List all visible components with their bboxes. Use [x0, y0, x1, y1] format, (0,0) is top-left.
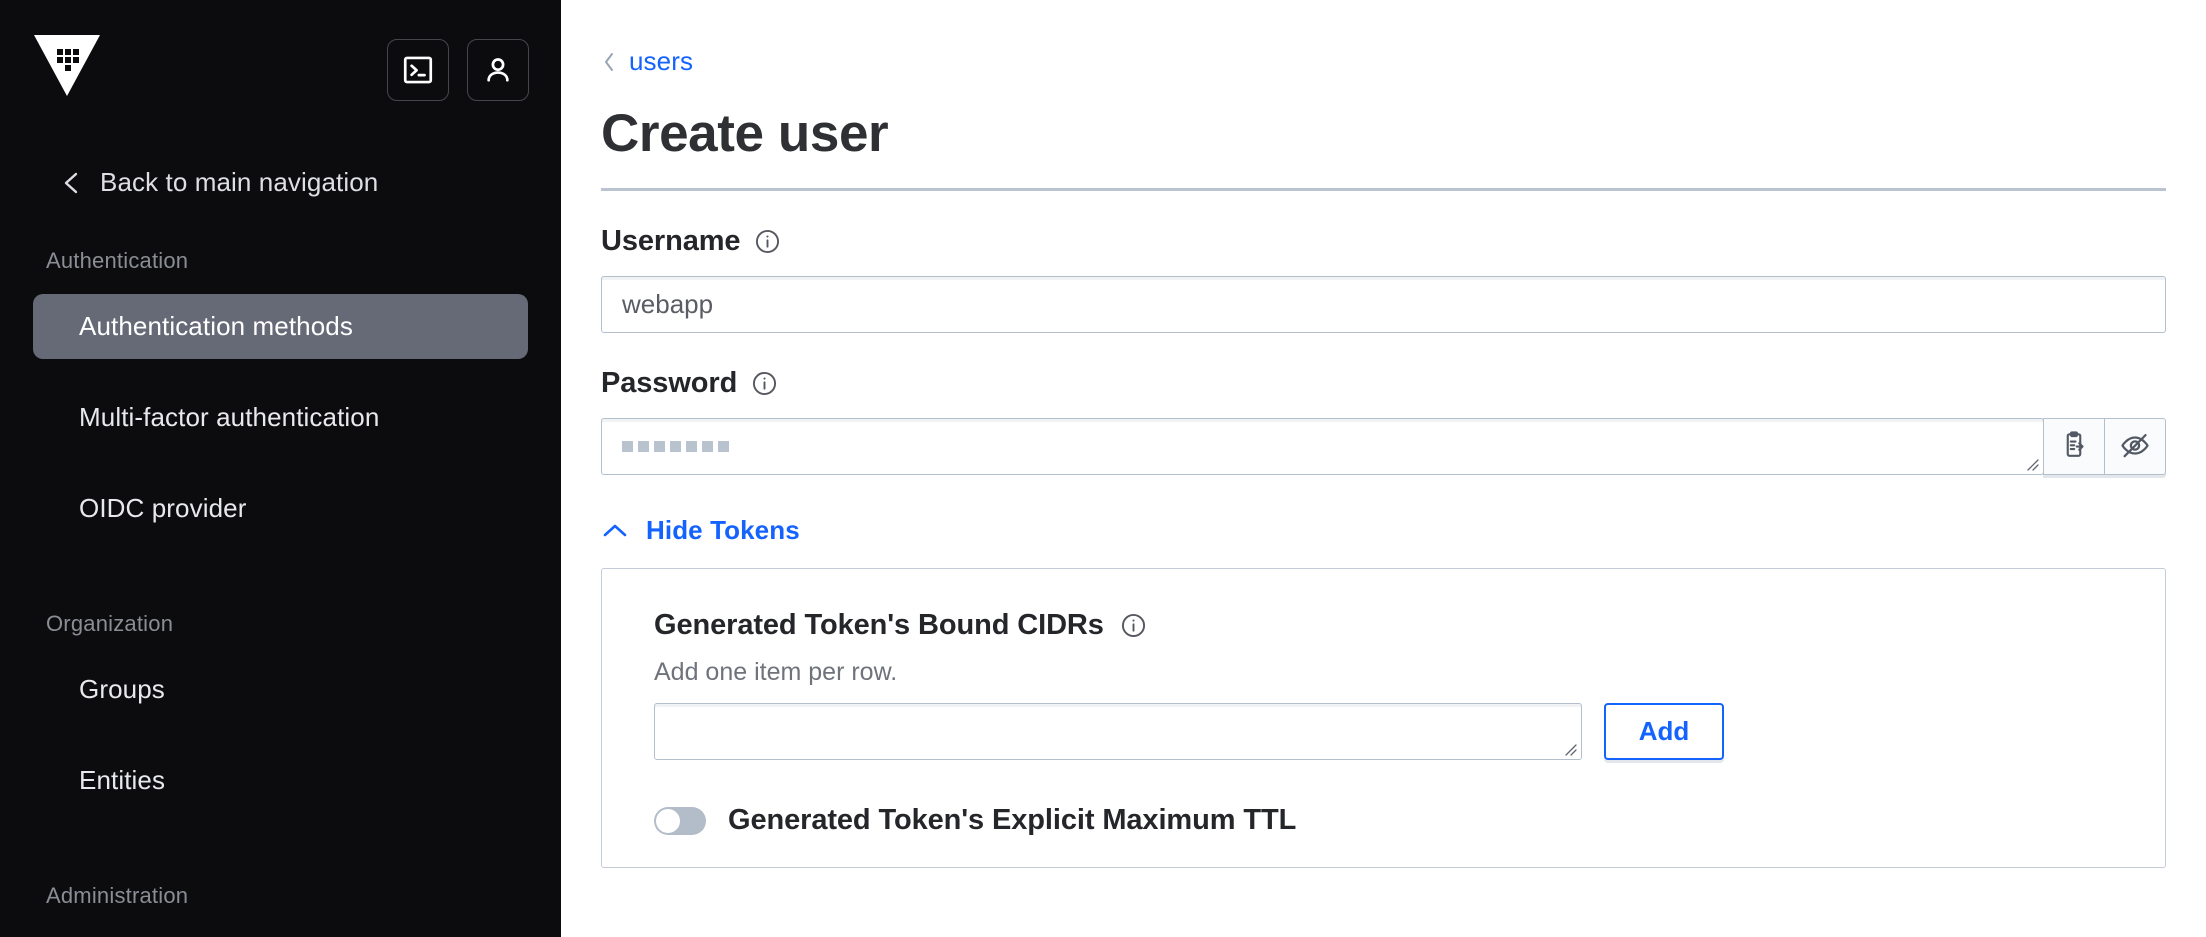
info-circle-icon[interactable] — [751, 370, 778, 397]
sidebar-item-label: Entities — [79, 765, 166, 795]
password-input[interactable] — [601, 418, 2044, 475]
main-content: users Create user Username webapp Passwo… — [561, 0, 2206, 937]
sidebar-item-multi-factor-authentication[interactable]: Multi-factor authentication — [33, 385, 528, 450]
sidebar: Back to main navigation Authentication A… — [0, 0, 561, 937]
breadcrumb-link-users[interactable]: users — [629, 46, 693, 77]
explicit-max-ttl-row: Generated Token's Explicit Maximum TTL — [654, 804, 2165, 837]
terminal-icon — [401, 53, 435, 87]
user-menu-button[interactable] — [467, 39, 529, 101]
password-input-row — [601, 418, 2166, 475]
vault-logo[interactable] — [30, 26, 104, 100]
chevron-left-icon — [601, 50, 617, 74]
sidebar-item-groups[interactable]: Groups — [33, 657, 528, 722]
toggle-knob — [656, 808, 680, 833]
hide-tokens-toggle-button[interactable]: Hide Tokens — [601, 515, 800, 546]
sidebar-header — [0, 0, 561, 101]
hide-tokens-label: Hide Tokens — [646, 515, 800, 545]
username-input[interactable]: webapp — [601, 276, 2166, 333]
add-cidr-button[interactable]: Add — [1604, 703, 1724, 760]
back-to-main-navigation-button[interactable]: Back to main navigation — [60, 167, 378, 198]
nav-section-organization: Organization Groups Entities — [0, 611, 561, 813]
bound-cidrs-input[interactable] — [654, 703, 1582, 760]
chevron-up-icon — [601, 521, 629, 541]
user-icon — [481, 53, 515, 87]
info-circle-icon[interactable] — [1120, 612, 1147, 639]
nav-section-authentication: Authentication Authentication methods Mu… — [0, 248, 561, 541]
breadcrumb[interactable]: users — [601, 0, 693, 77]
eye-off-icon — [2119, 429, 2151, 464]
copy-password-button[interactable] — [2043, 418, 2105, 475]
sidebar-item-authentication-methods[interactable]: Authentication methods — [33, 294, 528, 359]
resize-handle-icon — [2027, 459, 2039, 471]
back-to-main-navigation-label: Back to main navigation — [100, 167, 379, 197]
sidebar-item-label: OIDC provider — [79, 493, 247, 523]
nav-section-heading-authentication: Authentication — [46, 248, 189, 273]
bound-cidrs-title: Generated Token's Bound CIDRs — [654, 609, 1104, 641]
password-label-row: Password — [601, 367, 2166, 400]
password-field-group: Password — [601, 367, 2166, 475]
clipboard-copy-icon — [2059, 430, 2089, 463]
sidebar-item-label: Authentication methods — [79, 311, 353, 341]
nav-section-heading-organization: Organization — [46, 611, 174, 636]
username-field-group: Username webapp — [601, 225, 2166, 333]
page-title: Create user — [601, 104, 889, 163]
username-label-row: Username — [601, 225, 2166, 258]
toggle-password-visibility-button[interactable] — [2104, 418, 2166, 475]
bound-cidrs-input-row: Add — [654, 703, 2165, 760]
nav-section-heading-administration: Administration — [46, 883, 189, 908]
sidebar-item-label: Groups — [79, 674, 165, 704]
chevron-left-icon — [60, 169, 82, 197]
resize-handle-icon — [1565, 744, 1577, 756]
nav-section-administration: Administration — [0, 883, 561, 909]
app-root: Back to main navigation Authentication A… — [0, 0, 2206, 937]
sidebar-item-entities[interactable]: Entities — [33, 748, 528, 813]
username-label: Username — [601, 225, 741, 257]
bound-cidrs-title-row: Generated Token's Bound CIDRs — [654, 609, 2165, 642]
sidebar-item-oidc-provider[interactable]: OIDC provider — [33, 476, 528, 541]
title-divider — [601, 188, 2166, 191]
password-mask — [622, 441, 729, 452]
sidebar-item-label: Multi-factor authentication — [79, 402, 380, 432]
sidebar-top-actions — [387, 39, 529, 101]
console-toggle-button[interactable] — [387, 39, 449, 101]
tokens-card: Generated Token's Bound CIDRs Add one it… — [601, 568, 2166, 868]
explicit-max-ttl-toggle[interactable] — [654, 806, 706, 835]
bound-cidrs-help-text: Add one item per row. — [654, 658, 898, 686]
explicit-max-ttl-label: Generated Token's Explicit Maximum TTL — [728, 804, 1297, 836]
info-circle-icon[interactable] — [754, 228, 781, 255]
password-label: Password — [601, 367, 738, 399]
